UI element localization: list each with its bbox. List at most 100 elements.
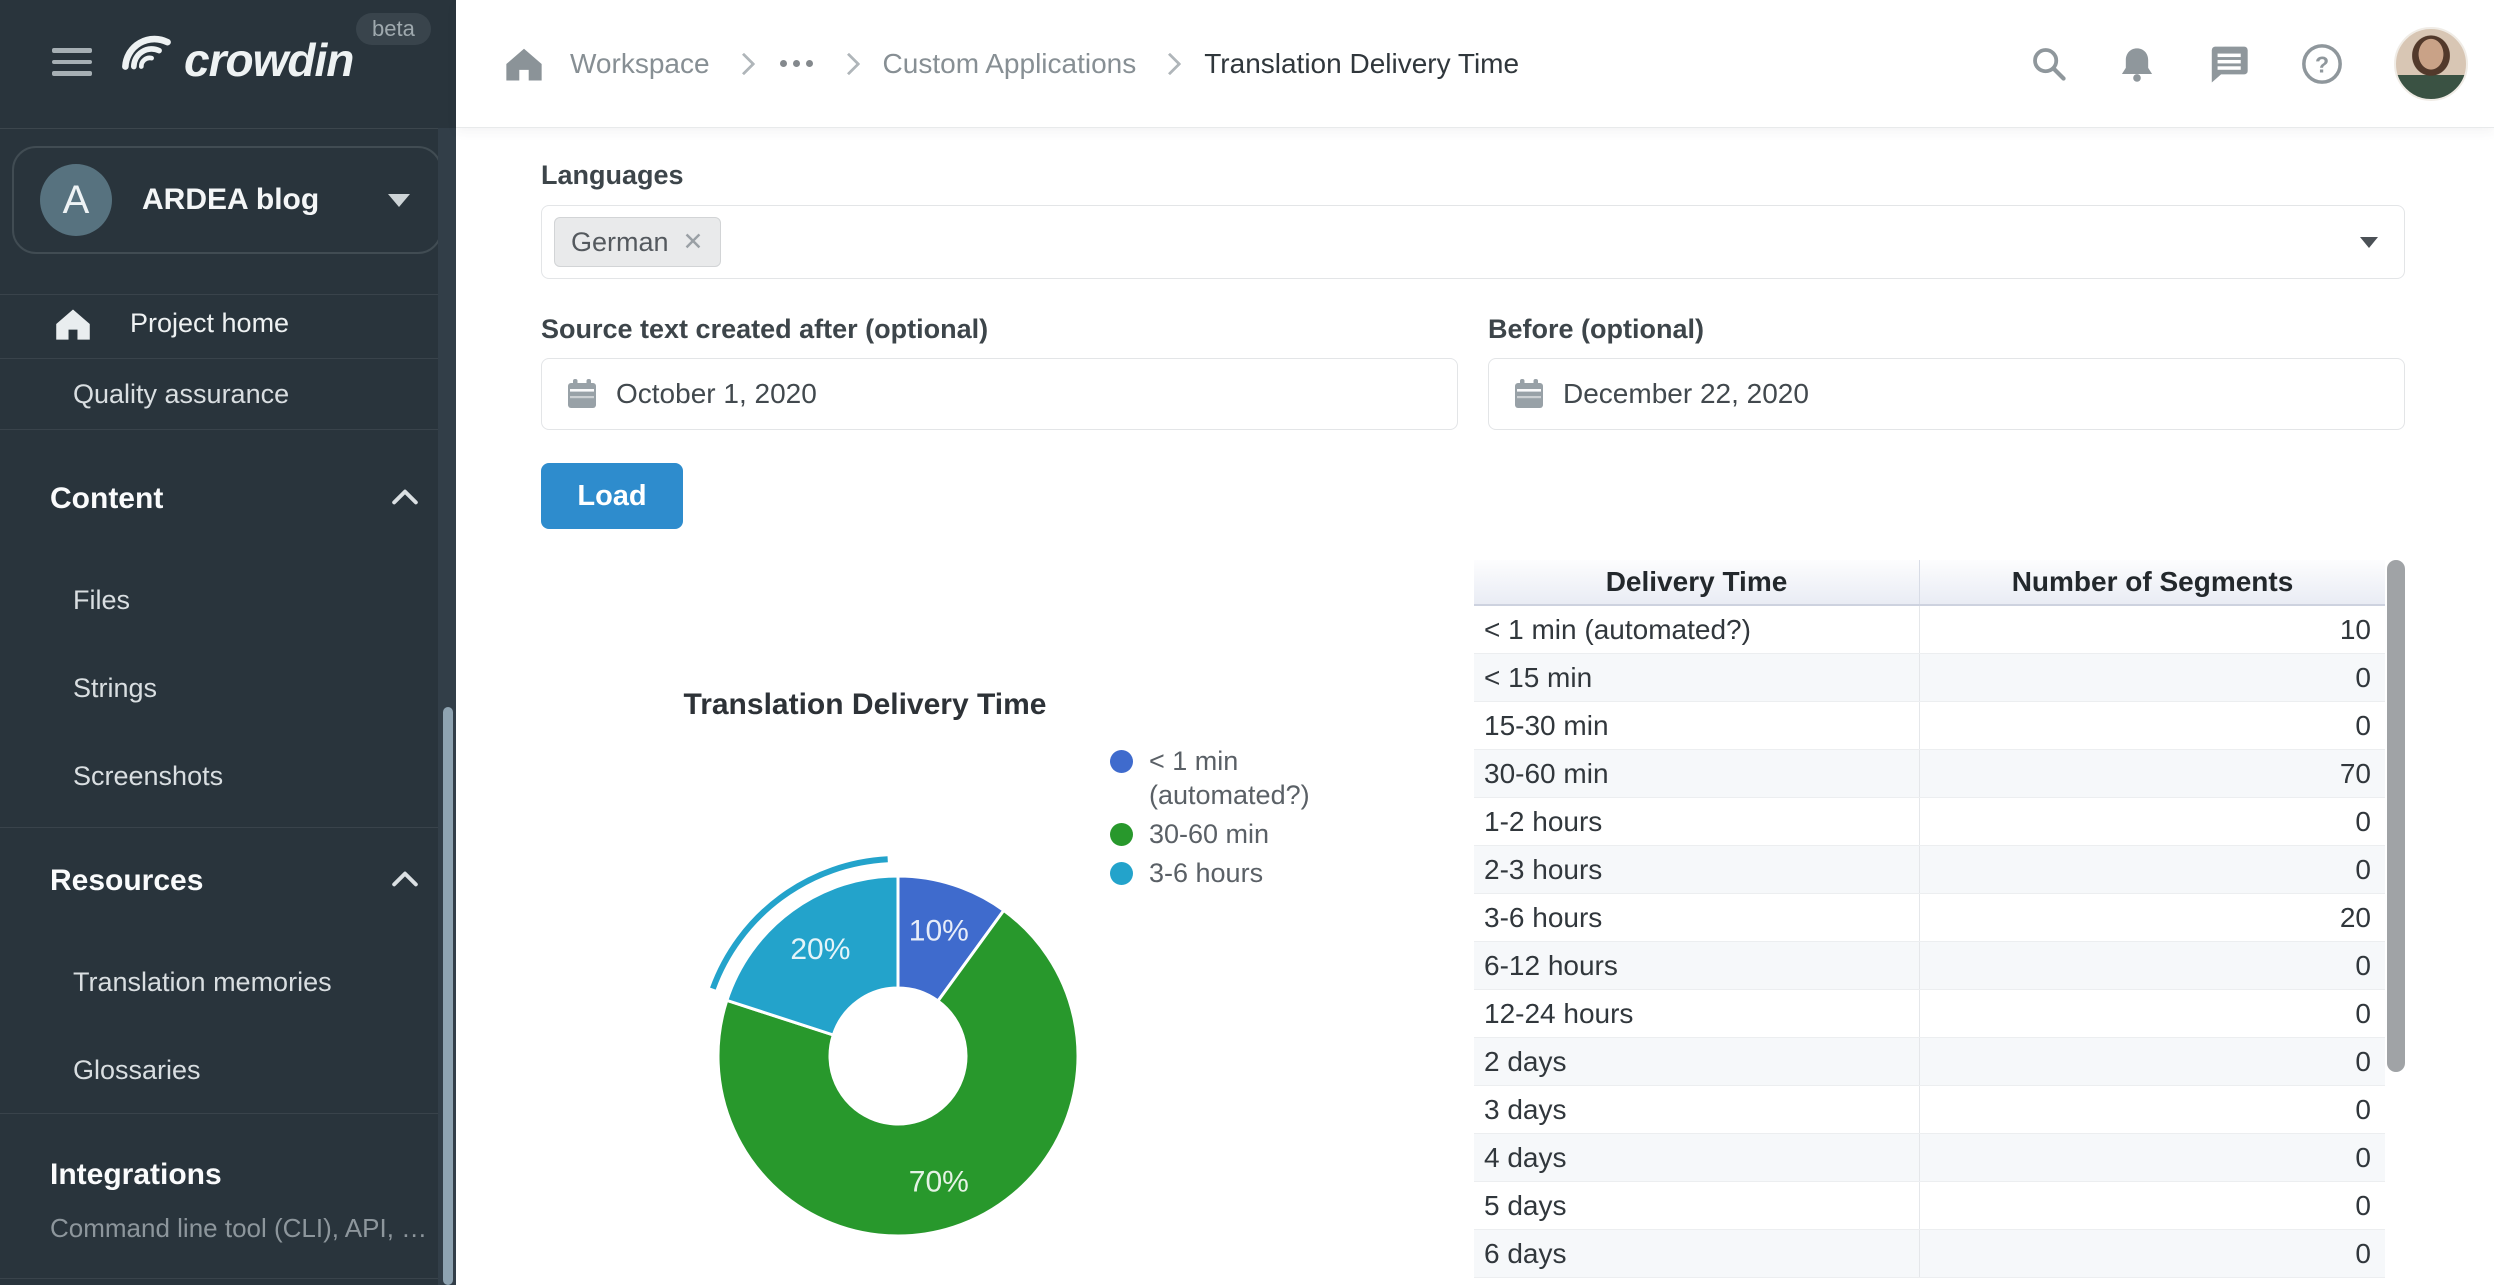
sidebar-header: crowdin beta [0, 0, 456, 129]
column-header-delivery-time: Delivery Time [1474, 560, 1920, 604]
sidebar-item-translation-memories[interactable]: Translation memories [73, 965, 332, 999]
sidebar-section-integrations[interactable]: Integrations [50, 1157, 222, 1193]
home-icon[interactable] [504, 45, 544, 83]
help-icon[interactable]: ? [2300, 42, 2344, 86]
breadcrumb-current-page: Translation Delivery Time [1204, 48, 1519, 80]
legend-item[interactable]: < 1 min(automated?) [1110, 744, 1310, 812]
table-row: 6 days0 [1474, 1230, 2385, 1278]
delivery-time-cell: 5 days [1474, 1182, 1920, 1229]
select-caret-icon [2360, 237, 2378, 248]
crowdin-app: crowdin beta A ARDEA blog Project home Q… [0, 0, 2494, 1285]
load-button[interactable]: Load [541, 463, 683, 529]
legend-dot-icon [1110, 862, 1133, 885]
project-selector[interactable]: A ARDEA blog [12, 146, 442, 254]
segments-count-cell: 0 [1920, 990, 2385, 1037]
segments-table: Delivery Time Number of Segments < 1 min… [1474, 560, 2385, 1285]
segments-count-cell: 0 [1920, 1230, 2385, 1277]
sidebar-section-content[interactable]: Content [50, 481, 163, 517]
table-row: 30-60 min70 [1474, 750, 2385, 798]
sidebar-item-project-home[interactable]: Project home [130, 306, 289, 340]
table-scrollbar-track[interactable] [2387, 560, 2405, 1285]
remove-tag-icon[interactable]: ✕ [683, 227, 704, 257]
sidebar-item-integrations-sub[interactable]: Command line tool (CLI), API, … [50, 1212, 427, 1244]
language-tag-label: German [571, 227, 669, 258]
languages-label: Languages [541, 160, 684, 191]
sidebar-item-files[interactable]: Files [73, 583, 130, 617]
segments-count-cell: 0 [1920, 1182, 2385, 1229]
project-avatar: A [40, 164, 112, 236]
breadcrumb-ellipsis[interactable] [778, 54, 815, 73]
segments-count-cell: 10 [1920, 606, 2385, 653]
topbar: Workspace Custom Applications Translatio… [456, 0, 2494, 128]
slice-percent-label: 10% [909, 915, 969, 948]
chevron-right-icon [837, 52, 860, 75]
divider [0, 429, 438, 430]
divider [0, 827, 438, 828]
notifications-bell-icon[interactable] [2118, 45, 2156, 83]
delivery-time-cell: 15-30 min [1474, 702, 1920, 749]
legend-label: 30-60 min [1149, 817, 1269, 851]
messages-chat-icon[interactable] [2206, 44, 2250, 84]
delivery-time-cell: 12-24 hours [1474, 990, 1920, 1037]
languages-select[interactable]: German ✕ [541, 205, 2405, 279]
after-date-value: October 1, 2020 [616, 378, 817, 410]
donut-chart[interactable]: 10%70%20% [688, 846, 1108, 1266]
search-icon[interactable] [2030, 45, 2068, 83]
table-scrollbar-thumb[interactable] [2387, 560, 2405, 1072]
crowdin-logo-icon [116, 30, 176, 90]
divider [0, 1278, 438, 1279]
delivery-time-cell: 4 days [1474, 1134, 1920, 1181]
segments-count-cell: 0 [1920, 846, 2385, 893]
divider [0, 358, 438, 359]
segments-count-cell: 0 [1920, 798, 2385, 845]
svg-text:?: ? [2315, 51, 2329, 77]
delivery-time-cell: 3 days [1474, 1086, 1920, 1133]
delivery-time-cell: 30-60 min [1474, 750, 1920, 797]
delivery-time-cell: < 15 min [1474, 654, 1920, 701]
delivery-time-cell: < 1 min (automated?) [1474, 606, 1920, 653]
user-avatar[interactable] [2394, 27, 2468, 101]
table-row: 15-30 min0 [1474, 702, 2385, 750]
sidebar-item-strings[interactable]: Strings [73, 671, 157, 705]
sidebar-item-glossaries[interactable]: Glossaries [73, 1053, 201, 1087]
segments-count-cell: 0 [1920, 702, 2385, 749]
sidebar-section-resources[interactable]: Resources [50, 863, 203, 899]
legend-item[interactable]: 30-60 min [1110, 817, 1310, 851]
project-name: ARDEA blog [142, 183, 358, 217]
slice-percent-label: 70% [909, 1166, 969, 1199]
sidebar: crowdin beta A ARDEA blog Project home Q… [0, 0, 456, 1285]
delivery-time-cell: 1-2 hours [1474, 798, 1920, 845]
breadcrumb-custom-applications[interactable]: Custom Applications [883, 48, 1137, 80]
legend-dot-icon [1110, 823, 1133, 846]
before-date-value: December 22, 2020 [1563, 378, 1809, 410]
table-row: 3 days0 [1474, 1086, 2385, 1134]
hamburger-menu-icon[interactable] [52, 48, 92, 78]
before-date-input[interactable]: December 22, 2020 [1488, 358, 2405, 430]
chevron-up-icon [392, 871, 418, 887]
crowdin-logo[interactable]: crowdin [116, 30, 353, 90]
table-row: 4 days0 [1474, 1134, 2385, 1182]
table-row: 6-12 hours0 [1474, 942, 2385, 990]
sidebar-item-quality-assurance[interactable]: Quality assurance [73, 377, 289, 411]
legend-label: 3-6 hours [1149, 856, 1263, 890]
table-row: < 15 min0 [1474, 654, 2385, 702]
after-date-input[interactable]: October 1, 2020 [541, 358, 1458, 430]
table-body: < 1 min (automated?)10< 15 min015-30 min… [1474, 606, 2385, 1278]
legend-item[interactable]: 3-6 hours [1110, 856, 1310, 890]
table-row: 12-24 hours0 [1474, 990, 2385, 1038]
breadcrumb-workspace[interactable]: Workspace [570, 48, 710, 80]
chevron-right-icon [732, 52, 755, 75]
sidebar-item-screenshots[interactable]: Screenshots [73, 759, 223, 793]
table-header: Delivery Time Number of Segments [1474, 560, 2385, 606]
delivery-time-cell: 6 days [1474, 1230, 1920, 1277]
calendar-icon [1515, 379, 1543, 409]
sidebar-scrollbar-thumb[interactable] [443, 707, 453, 1285]
segments-count-cell: 0 [1920, 1134, 2385, 1181]
table-row: 2 days0 [1474, 1038, 2385, 1086]
chart-title: Translation Delivery Time [620, 688, 1110, 722]
table-row: 3-6 hours20 [1474, 894, 2385, 942]
topbar-actions: ? [2030, 27, 2468, 101]
delivery-time-cell: 6-12 hours [1474, 942, 1920, 989]
language-tag[interactable]: German ✕ [554, 217, 721, 267]
legend-label: < 1 min(automated?) [1149, 744, 1310, 812]
